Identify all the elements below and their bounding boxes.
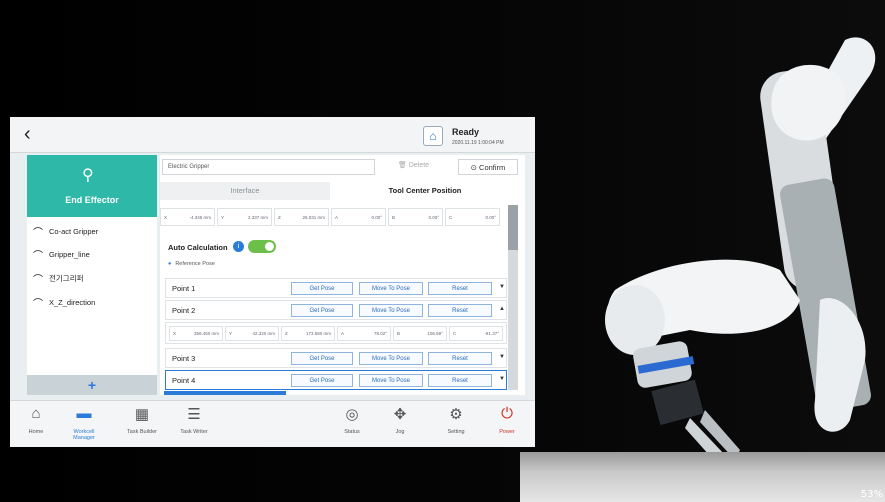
point-row-4[interactable]: Point 4 Get Pose Move To Pose Reset ▼ [165,370,507,390]
tab-interface[interactable]: Interface [160,182,330,200]
chevron-down-icon[interactable]: ▼ [499,284,505,290]
top-bar: ‹ ⌂ Ready 2020.11.19 1:00:04 PM [10,117,535,153]
nav-task-writer[interactable]: ☰ Task Writer [172,405,216,435]
task-writer-icon: ☰ [187,406,201,423]
power-icon: ⏻ [501,405,513,422]
coord-x[interactable]: X 359.450 mm [169,326,223,341]
nav-home[interactable]: ⌂ Home [14,405,58,435]
coord-z[interactable]: Z 173.680 mm [281,326,335,341]
coord-c[interactable]: C 0.00° [445,208,500,226]
coord-x[interactable]: X -4.345 mm [160,208,215,226]
point-label: Point 4 [172,376,196,385]
nav-workcell-manager[interactable]: ▬ Workcell Manager [62,405,106,441]
sidebar-item-label: 전기그리퍼 [49,273,84,283]
sidebar-item-electric-gripper[interactable]: ⌒ 전기그리퍼 [33,269,84,287]
delete-label: Delete [408,162,430,169]
tcp-coordinates: X -4.345 mm Y 2.337 mm Z 26.031 mm A 0.00° B… [160,208,500,226]
coord-y[interactable]: Y 42.320 mm [225,326,279,341]
reset-button[interactable]: Reset [428,304,492,317]
reset-button[interactable]: Reset [428,374,492,387]
point-label: Point 1 [172,284,196,293]
add-end-effector-button[interactable]: + [27,375,157,395]
auto-calculation-label: Auto Calculation [168,243,228,252]
coord-b[interactable]: B 0.00° [388,208,443,226]
coord-c[interactable]: C -91.37° [449,326,503,341]
sidebar-item-label: Co-act Gripper [49,226,99,236]
scrollbar-thumb[interactable] [508,205,518,250]
point-row-1[interactable]: Point 1 Get Pose Move To Pose Reset ▼ [165,278,507,298]
gear-icon: ⚙ [449,406,463,423]
coord-y[interactable]: Y 2.337 mm [217,208,272,226]
point-row-2[interactable]: Point 2 Get Pose Move To Pose Reset ▲ [165,300,507,320]
nav-status[interactable]: ◎ Status [330,405,374,435]
move-to-pose-button[interactable]: Move To Pose [359,374,423,387]
confirm-button[interactable]: ⊙ Confirm [458,159,518,175]
sidebar-item-label: X_Z_direction [49,297,96,307]
nav-power[interactable]: ⏻ Power [485,405,529,435]
end-effector-sidebar: ⚲ End Effector ⌒ Co-act Gripper ⌒ Gripper_… [27,155,157,395]
editor-panel: Electric Gripper 🗑 Delete ⊙ Confirm Inte… [160,155,525,395]
coord-z[interactable]: Z 26.031 mm [274,208,329,226]
chevron-down-icon[interactable]: ▼ [499,354,505,360]
nav-jog[interactable]: ✥ Jog [378,405,422,435]
point-label: Point 2 [172,306,196,315]
nav-setting[interactable]: ⚙ Setting [434,405,478,435]
chevron-down-icon[interactable]: ▼ [499,376,505,382]
home-icon: ⌂ [31,405,41,422]
chevron-up-icon[interactable]: ▲ [499,306,505,312]
delete-button[interactable]: 🗑 Delete [398,161,429,169]
back-arrow-icon[interactable]: ‹ [24,123,31,146]
point-2-coordinates: X 359.450 mm Y 42.320 mm Z 173.680 mm A 78.0… [165,322,507,344]
end-effector-icon: ⚲ [82,167,94,184]
end-effector-card[interactable]: ⚲ End Effector [27,155,157,217]
auto-calculation-toggle[interactable] [248,240,276,253]
status-text: Ready [452,127,480,137]
coord-b[interactable]: B 106.59° [393,326,447,341]
reset-button[interactable]: Reset [428,352,492,365]
tab-tool-center-position[interactable]: Tool Center Position [330,182,520,200]
coord-a[interactable]: A 0.00° [331,208,386,226]
get-pose-button[interactable]: Get Pose [291,374,353,387]
work-table [520,452,885,502]
reset-button[interactable]: Reset [428,282,492,295]
robot-status-icon[interactable]: ⌂ [423,126,443,146]
point-label: Point 3 [172,354,196,363]
bottom-navigation: ⌂ Home ▬ Workcell Manager ▦ Task Builder ☰ T… [10,400,535,447]
progress-bar [164,391,286,395]
reference-pose-radio[interactable]: Reference Pose [168,261,214,267]
end-effector-title: End Effector [65,195,119,205]
move-to-pose-button[interactable]: Move To Pose [359,352,423,365]
get-pose-button[interactable]: Get Pose [291,352,353,365]
sidebar-item-label: Gripper_line [49,249,90,259]
get-pose-button[interactable]: Get Pose [291,282,353,295]
gripper-icon: ⌒ [33,274,43,286]
teach-pendant-screen: ‹ ⌂ Ready 2020.11.19 1:00:04 PM ⚲ End Ef… [10,117,535,447]
gripper-icon: ⌒ [33,298,43,310]
task-builder-icon: ▦ [134,406,150,423]
sidebar-item-x-z-direction[interactable]: ⌒ X_Z_direction [33,293,95,311]
workcell-icon: ▬ [76,405,92,422]
info-icon[interactable]: i [233,241,244,252]
zoom-level: 53% [860,489,883,500]
sidebar-item-co-act-gripper[interactable]: ⌒ Co-act Gripper [33,222,98,240]
robot-arm-image [605,37,876,465]
gripper-icon: ⌒ [33,227,43,239]
move-to-pose-button[interactable]: Move To Pose [359,282,423,295]
sidebar-item-gripper-line[interactable]: ⌒ Gripper_line [33,245,90,263]
jog-icon: ✥ [393,406,407,423]
end-effector-name-input[interactable]: Electric Gripper [162,159,375,175]
gripper-icon: ⌒ [33,250,43,262]
coord-a[interactable]: A 78.02° [337,326,391,341]
confirm-label: Confirm [479,163,506,172]
point-row-3[interactable]: Point 3 Get Pose Move To Pose Reset ▼ [165,348,507,368]
status-datetime: 2020.11.19 1:00:04 PM [452,140,504,146]
status-icon: ◎ [345,406,359,423]
nav-task-builder[interactable]: ▦ Task Builder [120,405,164,435]
move-to-pose-button[interactable]: Move To Pose [359,304,423,317]
get-pose-button[interactable]: Get Pose [291,304,353,317]
